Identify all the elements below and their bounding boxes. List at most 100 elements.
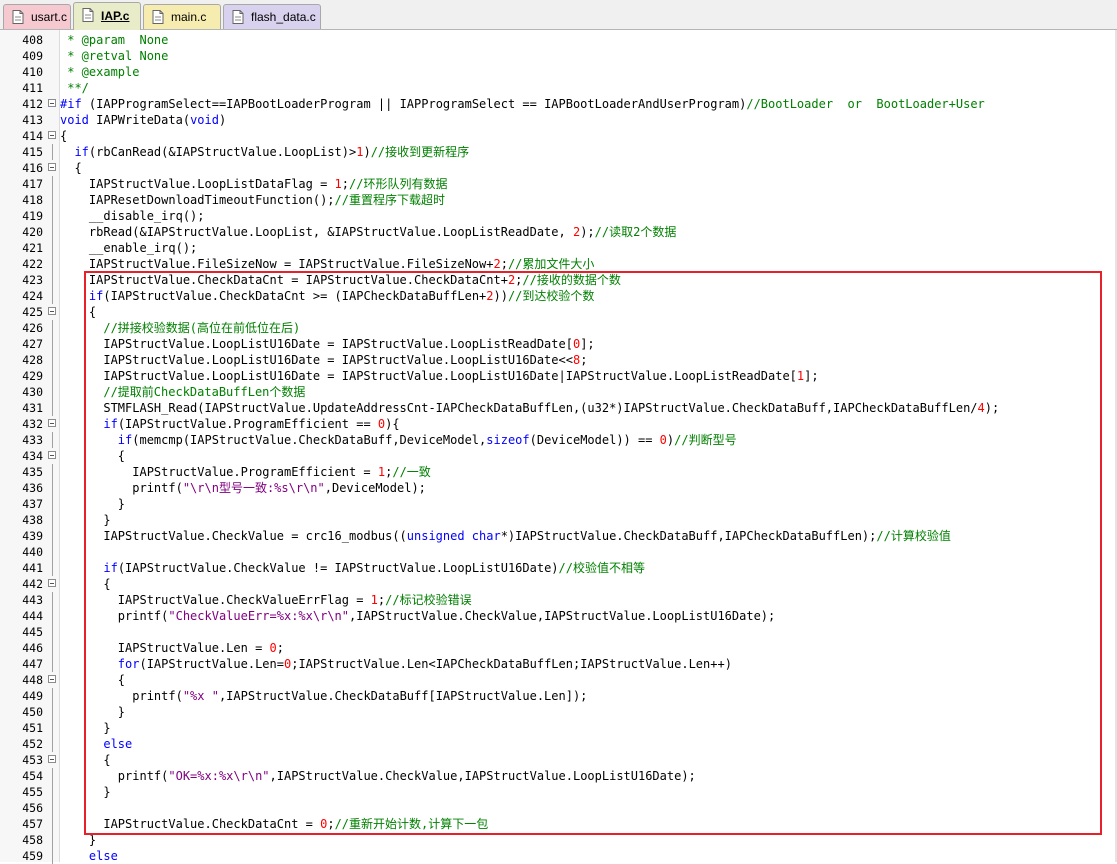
code-text: { [60,128,67,144]
fold-guide-line [52,736,53,752]
tab-main-c[interactable]: main.c [143,4,221,29]
comment-token: //累加文件大小 [507,257,595,271]
fold-guide-line [52,496,53,512]
code-text: IAPStructValue.FileSizeNow = IAPStructVa… [60,256,595,272]
fold-guide-line [52,352,53,368]
number-token: 2 [493,257,501,271]
keyword-token: if [88,289,104,303]
number-token: 1 [334,177,342,191]
fold-toggle-icon[interactable] [48,579,56,587]
code-token: (IAPProgramSelect==IAPBootLoaderProgram … [81,97,747,111]
string-token: "%x " [182,689,219,703]
line-number: 439 [22,529,43,543]
number-token: 1 [370,593,378,607]
code-line: 413 void IAPWriteData(void) [0,112,1117,128]
fold-toggle-icon[interactable] [48,307,56,315]
line-number: 415 [22,145,43,159]
fold-guide-line [52,208,53,224]
code-editor[interactable]: 408 * @param None 409 * @retval None 410 *… [0,30,1117,864]
number-token: 0 [659,433,667,447]
fold-toggle-icon[interactable] [48,163,56,171]
code-line: 411 **/ [0,80,1117,96]
line-number: 444 [22,609,43,623]
line-number: 449 [22,689,43,703]
code-line: 436 printf("\r\n型号一致:%s\r\n",DeviceModel… [0,480,1117,496]
line-number: 413 [22,113,43,127]
fold-guide-line [52,320,53,336]
code-text: IAPStructValue.LoopListU16Date = IAPStru… [60,336,595,352]
fold-toggle-icon[interactable] [48,451,56,459]
code-token: ); [580,225,595,239]
code-line: 423 IAPStructValue.CheckDataCnt = IAPStr… [0,272,1117,288]
code-line: 451 } [0,720,1117,736]
code-token: IAPStructValue.LoopListU16Date = IAPStru… [60,337,573,351]
line-number: 409 [22,49,43,63]
code-line: 430 //提取前CheckDataBuffLen个数据 [0,384,1117,400]
code-text: #if (IAPProgramSelect==IAPBootLoaderProg… [60,96,985,112]
code-line: 439 IAPStructValue.CheckValue = crc16_mo… [0,528,1117,544]
code-token: ]; [580,337,595,351]
code-token: printf( [60,769,169,783]
code-token: ; [500,257,508,271]
line-number: 456 [22,801,43,815]
tab-usart-c[interactable]: usart.c [3,4,71,29]
fold-toggle-icon[interactable] [48,131,56,139]
fold-toggle-icon[interactable] [48,675,56,683]
comment-token: //读取2个数据 [594,225,677,239]
tab-flash-data-c[interactable]: flash_data.c [223,4,321,29]
code-text: if(IAPStructValue.ProgramEfficient == 0)… [60,416,400,432]
code-token: (rbCanRead(&IAPStructValue.LoopList)> [88,145,357,159]
fold-guide-line [52,368,53,384]
keyword-token: unsigned char [406,529,501,543]
code-line: 434 { [0,448,1117,464]
code-text: IAPStructValue.ProgramEfficient = 1;//一致 [60,464,431,480]
code-line: 433 if(memcmp(IAPStructValue.CheckDataBu… [0,432,1117,448]
comment-token: * @example [60,65,140,79]
code-text: * @param None [60,32,168,48]
code-text: { [60,576,110,592]
line-number: 433 [22,433,43,447]
code-line: 458 } [0,832,1117,848]
code-line: 415 if(rbCanRead(&IAPStructValue.LoopLis… [0,144,1117,160]
fold-guide-line [52,432,53,448]
line-number: 430 [22,385,43,399]
fold-guide-line [52,592,53,608]
line-number: 423 [22,273,43,287]
code-token: IAPStructValue.CheckValue = crc16_modbus… [60,529,407,543]
fold-toggle-icon[interactable] [48,99,56,107]
line-number: 425 [22,305,43,319]
keyword-token: else [60,849,118,863]
code-line: 424 if(IAPStructValue.CheckDataCnt >= (I… [0,288,1117,304]
code-line: 421 __enable_irq(); [0,240,1117,256]
fold-guide-line [52,560,53,576]
fold-guide-line [52,288,53,304]
code-token: (IAPStructValue.Len= [139,657,284,671]
line-number: 411 [22,81,43,95]
code-token: } [60,785,111,799]
code-token: __enable_irq(); [60,241,198,255]
code-token: } [60,513,111,527]
code-text: printf("%x ",IAPStructValue.CheckDataBuf… [60,688,587,704]
line-number: 442 [22,577,43,591]
fold-guide-line [52,336,53,352]
code-line: 449 printf("%x ",IAPStructValue.CheckDat… [0,688,1117,704]
fold-guide-line [52,144,53,160]
fold-guide-line [52,256,53,272]
fold-guide-line [52,512,53,528]
code-line: 410 * @example [0,64,1117,80]
tab-iap-c[interactable]: IAP.c [73,2,141,30]
fold-toggle-icon[interactable] [48,755,56,763]
code-line: 447 for(IAPStructValue.Len=0;IAPStructVa… [0,656,1117,672]
code-token: ){ [385,417,400,431]
number-token: 2 [486,289,494,303]
code-token: IAPStructValue.LoopListDataFlag = [60,177,335,191]
code-text: //提取前CheckDataBuffLen个数据 [60,384,305,400]
string-token: "CheckValueErr=%x:%x\r\n" [168,609,349,623]
code-line: 417 IAPStructValue.LoopListDataFlag = 1;… [0,176,1117,192]
line-number: 447 [22,657,43,671]
code-token: IAPStructValue.CheckValueErrFlag = [60,593,371,607]
fold-toggle-icon[interactable] [48,419,56,427]
comment-token: //拼接校验数据(高位在前低位在后) [60,321,301,335]
code-text: { [60,448,125,464]
